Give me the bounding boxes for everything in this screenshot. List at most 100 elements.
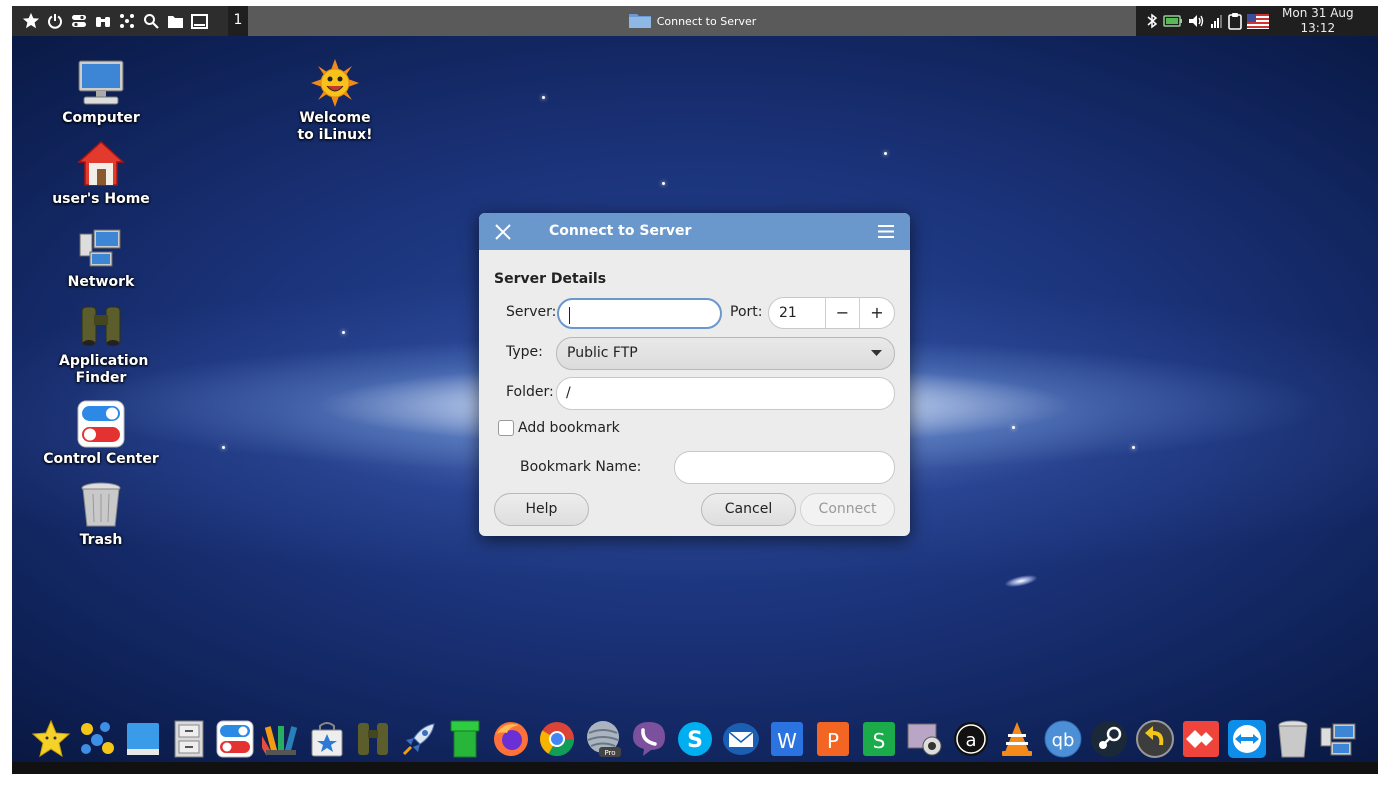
desktop-icon-appfinder[interactable]: Application Finder	[41, 301, 161, 387]
launcher-icon[interactable]	[76, 718, 118, 760]
favorites-star-icon[interactable]	[20, 10, 42, 32]
firefox-icon[interactable]	[490, 718, 532, 760]
chevron-down-icon	[871, 350, 882, 356]
earth-pro-icon[interactable]: Pro	[582, 718, 624, 760]
chrome-icon[interactable]	[536, 718, 578, 760]
section-heading: Server Details	[494, 271, 607, 287]
folder-icon[interactable]	[164, 10, 186, 32]
favorites-icon[interactable]	[30, 718, 72, 760]
desktop-icon-home[interactable]: user's Home	[41, 139, 161, 208]
taskbar-window-button[interactable]: Connect to Server	[248, 6, 1136, 36]
type-dropdown[interactable]: Public FTP	[556, 337, 895, 370]
svg-text:qb: qb	[1052, 730, 1075, 751]
bookmark-name-input[interactable]	[674, 451, 895, 484]
system-tray: Mon 31 Aug 13:12	[1136, 6, 1378, 36]
file-cabinet-icon[interactable]	[168, 718, 210, 760]
palette-icon[interactable]	[260, 718, 302, 760]
hamburger-menu-icon[interactable]	[878, 224, 894, 239]
desktop-icon[interactable]	[122, 718, 164, 760]
desktop-icon-label: Application Finder	[59, 353, 149, 386]
workspace-switcher[interactable]: 1	[228, 6, 248, 36]
mail-icon[interactable]	[720, 718, 762, 760]
trash-icon[interactable]	[1272, 718, 1314, 760]
qbittorrent-icon[interactable]: qb	[1042, 718, 1084, 760]
rocket-icon[interactable]	[398, 718, 440, 760]
battery-icon[interactable]	[1163, 14, 1183, 28]
svg-text:a: a	[965, 730, 976, 751]
desktop-icon-computer[interactable]: Computer	[41, 58, 161, 127]
port-decrement-button[interactable]: −	[825, 298, 859, 328]
binoculars-icon[interactable]	[352, 718, 394, 760]
volume-icon[interactable]	[1188, 14, 1206, 28]
folder-icon	[628, 14, 651, 28]
connect-button[interactable]: Connect	[800, 493, 895, 526]
network-icon[interactable]	[1318, 718, 1360, 760]
top-panel: 1 Connect to Server Mon 31 Aug 13:12	[12, 6, 1378, 36]
cancel-button[interactable]: Cancel	[701, 493, 796, 526]
teamviewer-icon[interactable]	[1226, 718, 1268, 760]
panel-launchers	[12, 6, 210, 36]
desktop-icon-trash[interactable]: Trash	[41, 480, 161, 549]
webcam-icon[interactable]	[904, 718, 946, 760]
star	[884, 152, 887, 155]
svg-text:P: P	[827, 729, 839, 753]
clock[interactable]: Mon 31 Aug 13:12	[1282, 6, 1354, 36]
server-input[interactable]	[557, 298, 722, 329]
close-icon[interactable]	[493, 222, 513, 242]
type-label: Type:	[506, 344, 543, 360]
dock-shelf	[12, 762, 1378, 774]
apps-grid-icon[interactable]	[116, 10, 138, 32]
server-label: Server:	[506, 304, 557, 320]
sun-smiley-icon	[310, 58, 360, 108]
control-toggle-icon[interactable]	[214, 718, 256, 760]
computer-icon	[76, 58, 126, 108]
binoculars-icon[interactable]	[92, 10, 114, 32]
presentation-icon[interactable]: P	[812, 718, 854, 760]
power-icon[interactable]	[44, 10, 66, 32]
port-stepper[interactable]: 21 − +	[768, 297, 895, 329]
clock-date: Mon 31 Aug	[1282, 6, 1354, 20]
us-flag-icon[interactable]	[1247, 13, 1269, 29]
backup-icon[interactable]	[1134, 718, 1176, 760]
desktop-icon-network[interactable]: Network	[41, 222, 161, 291]
clock-time: 13:12	[1300, 21, 1336, 35]
desktop-icon-label: Network	[67, 274, 135, 290]
control-toggle-icon	[76, 399, 126, 449]
binoculars-icon	[76, 301, 126, 351]
star	[1012, 426, 1015, 429]
vlc-icon[interactable]	[996, 718, 1038, 760]
amazon-icon[interactable]: a	[950, 718, 992, 760]
folder-input[interactable]: /	[556, 377, 895, 410]
skype-icon[interactable]: S	[674, 718, 716, 760]
svg-text:Pro: Pro	[604, 749, 615, 757]
desktop: 1 Connect to Server Mon 31 Aug 13:12 Com…	[12, 6, 1378, 774]
connect-to-server-dialog: Connect to Server Server Details Server:…	[479, 213, 910, 536]
spreadsheet-icon[interactable]: S	[858, 718, 900, 760]
desktop-icon-welcome[interactable]: Welcome to iLinux!	[275, 58, 395, 144]
small-galaxy	[1003, 572, 1039, 590]
pipe-icon[interactable]	[444, 718, 486, 760]
settings-toggle-icon[interactable]	[68, 10, 90, 32]
desktop-icon-label: Computer	[62, 110, 140, 126]
show-desktop-icon[interactable]	[188, 10, 210, 32]
writer-icon[interactable]: W	[766, 718, 808, 760]
star	[222, 446, 225, 449]
star	[542, 96, 545, 99]
viber-icon[interactable]	[628, 718, 670, 760]
anydesk-icon[interactable]	[1180, 718, 1222, 760]
clipboard-icon[interactable]	[1228, 12, 1242, 30]
add-bookmark-checkbox[interactable]	[498, 420, 514, 436]
svg-text:W: W	[777, 729, 797, 753]
search-icon[interactable]	[140, 10, 162, 32]
bluetooth-icon[interactable]	[1146, 13, 1158, 29]
store-icon[interactable]	[306, 718, 348, 760]
network-icon	[76, 222, 126, 272]
signal-icon[interactable]	[1211, 14, 1223, 28]
help-button[interactable]: Help	[494, 493, 589, 526]
trash-icon	[76, 480, 126, 530]
svg-text:S: S	[873, 729, 886, 753]
port-increment-button[interactable]: +	[859, 298, 894, 328]
bookmark-name-label: Bookmark Name:	[520, 459, 642, 475]
steam-icon[interactable]	[1088, 718, 1130, 760]
desktop-icon-control-center[interactable]: Control Center	[41, 399, 161, 468]
